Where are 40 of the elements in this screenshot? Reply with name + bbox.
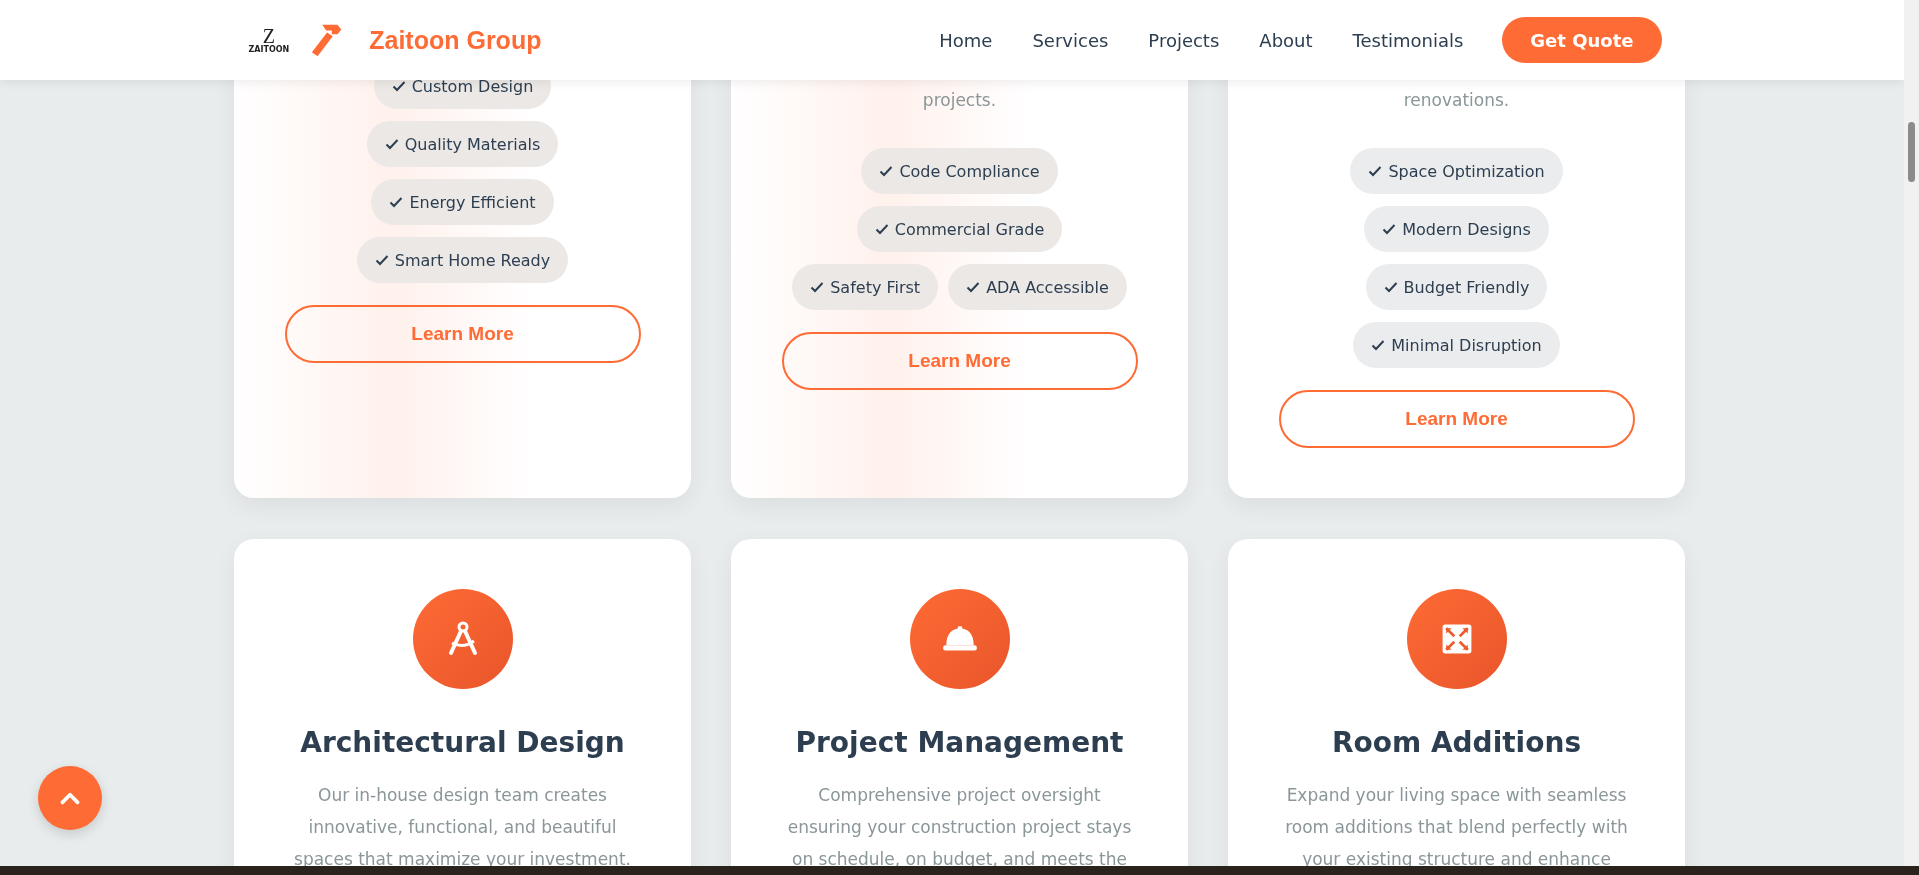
check-icon [391,80,406,92]
nav-link[interactable]: Services [1032,29,1109,51]
card-description: projects. [922,89,997,112]
check-icon [874,223,889,235]
check-icon [810,281,825,293]
feature-tag: Modern Designs [1364,206,1549,252]
check-icon [374,254,389,266]
check-icon [1368,165,1383,177]
feature-tag: ADA Accessible [948,264,1127,310]
feature-tag: Energy Efficient [371,179,554,225]
feature-tag: Minimal Disruption [1353,322,1560,368]
feature-tag: Smart Home Ready [356,237,569,283]
card-title: Room Additions [1331,726,1582,759]
check-icon [1382,223,1397,235]
nav-link[interactable]: Testimonials [1352,29,1464,51]
check-icon [1383,281,1398,293]
feature-tag: Commercial Grade [856,206,1063,252]
scrollbar-thumb[interactable] [1908,122,1915,182]
card-description: Our in-house design team creates innovative, functional, and beautiful spaces that maximize your investment. [294,784,631,871]
feature-tag: Quality Materials [366,121,559,167]
nav-link[interactable]: Home [939,29,993,51]
feature-tag: Code Compliance [861,148,1058,194]
scroll-to-top-button[interactable] [38,766,102,830]
feature-tag: Space Optimization [1350,148,1563,194]
feature-tag: Safety First [792,264,939,310]
logo-icon[interactable]: Z ZAITOON [248,26,290,54]
check-icon [384,138,399,150]
card-description: Comprehensive project oversight ensuring your construction project stays on schedule, on budget, and meets the [787,784,1132,871]
check-icon [966,281,981,293]
check-icon [879,165,894,177]
card-title: Architectural Design [300,726,625,759]
check-icon [389,196,404,208]
scrollbar[interactable] [1904,0,1919,866]
feature-tag: Budget Friendly [1365,264,1548,310]
nav-link[interactable]: About [1259,29,1313,51]
check-icon [1371,339,1386,351]
card-description: Expand your living space with seamless room additions that blend perfectly with your existing structure and enhance [1285,784,1628,871]
card-title: Project Management [795,726,1124,759]
card-description: renovations. [1403,89,1510,112]
nav-link[interactable]: Projects [1148,29,1220,51]
